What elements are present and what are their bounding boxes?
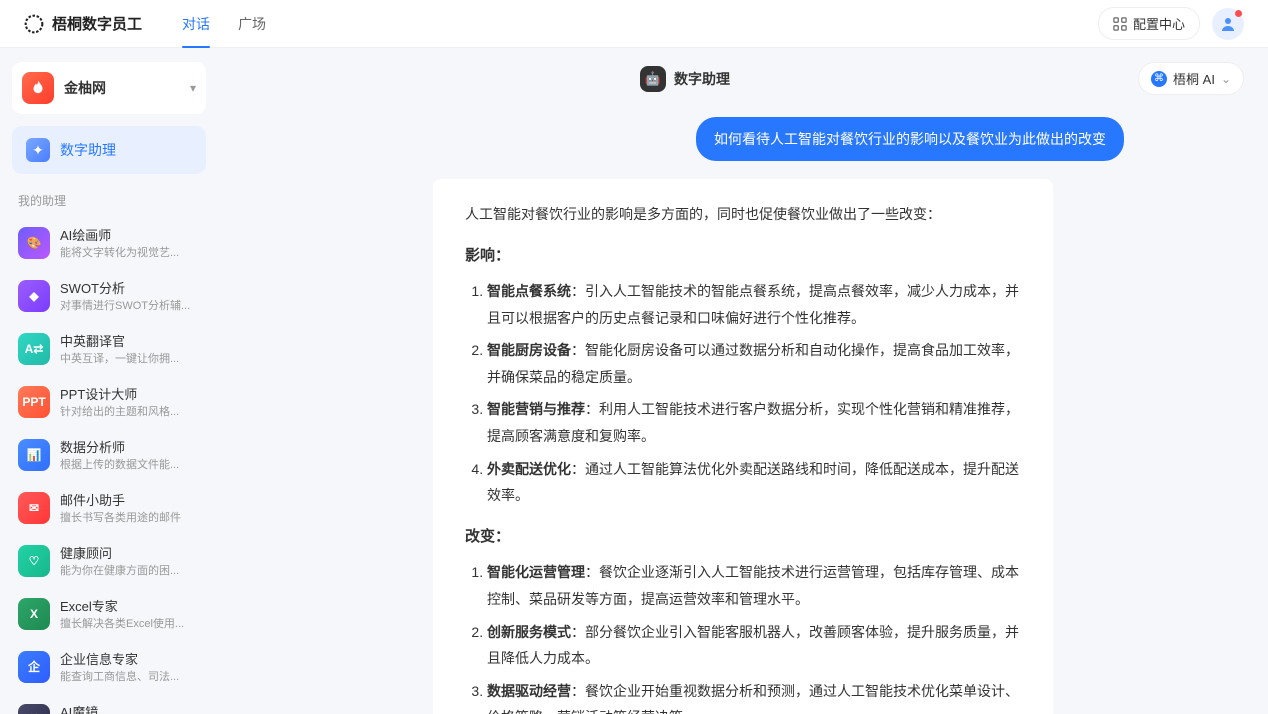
assistant-list: 🎨 AI绘画师能将文字转化为视觉艺... ◆ SWOT分析对事情进行SWOT分析… (12, 217, 206, 714)
chevron-down-icon: ⌄ (1221, 72, 1231, 86)
item-desc: 能查询工商信息、司法... (60, 668, 179, 684)
grid-icon (1113, 17, 1127, 31)
chevron-down-icon: ▾ (190, 81, 196, 95)
nav-tabs: 对话 广场 (182, 0, 266, 48)
item-desc: 对事情进行SWOT分析辅... (60, 297, 190, 313)
user-message: 如何看待人工智能对餐饮行业的影响以及餐饮业为此做出的改变 (242, 117, 1244, 161)
ai-message: 人工智能对餐饮行业的影响是多方面的，同时也促使餐饮业做出了一些改变： 影响： 智… (242, 179, 1244, 714)
brand-icon (22, 72, 54, 104)
logo: 梧桐数字员工 (24, 13, 142, 34)
ai-intro: 人工智能对餐饮行业的影响是多方面的，同时也促使餐饮业做出了一些改变： (465, 201, 1021, 228)
tab-chat[interactable]: 对话 (182, 0, 210, 48)
item-title: PPT设计大师 (60, 384, 179, 403)
chart-icon: 📊 (18, 439, 50, 471)
magic-icon: ✨ (18, 704, 50, 714)
sidebar-item-ai-painter[interactable]: 🎨 AI绘画师能将文字转化为视觉艺... (12, 217, 206, 268)
sidebar-item-ppt[interactable]: PPT PPT设计大师针对给出的主题和风格... (12, 376, 206, 427)
header-right: 配置中心 (1098, 7, 1244, 40)
sidebar-item-excel[interactable]: X Excel专家擅长解决各类Excel使用... (12, 588, 206, 639)
list-item: 智能点餐系统：引入人工智能技术的智能点餐系统，提高点餐效率，减少人力成本，并且可… (487, 278, 1021, 331)
model-selector[interactable]: ⌘ 梧桐 AI ⌄ (1138, 62, 1244, 95)
person-icon (1220, 16, 1236, 32)
bot-icon: 🤖 (640, 66, 666, 92)
item-title: 健康顾问 (60, 543, 179, 562)
logo-text: 梧桐数字员工 (52, 13, 142, 34)
mail-icon: ✉ (18, 492, 50, 524)
config-label: 配置中心 (1133, 14, 1185, 33)
item-desc: 能为你在健康方面的困... (60, 562, 179, 578)
item-desc: 能将文字转化为视觉艺... (60, 244, 179, 260)
model-dot-icon: ⌘ (1151, 71, 1167, 87)
sidebar-item-data-analyst[interactable]: 📊 数据分析师根据上传的数据文件能... (12, 429, 206, 480)
building-icon: 企 (18, 651, 50, 683)
sidebar: 金柚网 ▾ ✦ 数字助理 我的助理 🎨 AI绘画师能将文字转化为视觉艺... ◆… (0, 48, 218, 714)
diamond-icon: ◆ (18, 280, 50, 312)
chat-scroll[interactable]: 如何看待人工智能对餐饮行业的影响以及餐饮业为此做出的改变 人工智能对餐饮行业的影… (242, 109, 1244, 714)
heart-icon: ♡ (18, 545, 50, 577)
item-title: Excel专家 (60, 596, 184, 615)
list-item: 智能营销与推荐：利用人工智能技术进行客户数据分析，实现个性化营销和精准推荐，提高… (487, 396, 1021, 449)
item-desc: 擅长书写各类用途的邮件 (60, 509, 181, 525)
excel-icon: X (18, 598, 50, 630)
item-title: 数据分析师 (60, 437, 179, 456)
item-title: 企业信息专家 (60, 649, 179, 668)
tab-plaza[interactable]: 广场 (238, 0, 266, 48)
robot-icon: ✦ (26, 138, 50, 162)
item-title: AI绘画师 (60, 225, 179, 244)
item-title: AI魔镜 (60, 702, 179, 714)
sidebar-item-corp-info[interactable]: 企 企业信息专家能查询工商信息、司法... (12, 641, 206, 692)
change-heading: 改变： (465, 523, 1021, 552)
main: 金柚网 ▾ ✦ 数字助理 我的助理 🎨 AI绘画师能将文字转化为视觉艺... ◆… (0, 48, 1268, 714)
user-avatar[interactable] (1212, 8, 1244, 40)
list-item: 智能化运营管理：餐饮企业逐渐引入人工智能技术进行运营管理，包括库存管理、成本控制… (487, 559, 1021, 612)
sidebar-item-translator[interactable]: A⇄ 中英翻译官中英互译，一键让你拥... (12, 323, 206, 374)
item-desc: 中英互译，一键让你拥... (60, 350, 179, 366)
list-item: 智能厨房设备：智能化厨房设备可以通过数据分析和自动化操作，提高食品加工效率，并确… (487, 337, 1021, 390)
impact-heading: 影响： (465, 242, 1021, 271)
list-item: 外卖配送优化：通过人工智能算法优化外卖配送路线和时间，降低配送成本，提升配送效率… (487, 456, 1021, 509)
ppt-icon: PPT (18, 386, 50, 418)
item-desc: 针对给出的主题和风格... (60, 403, 179, 419)
item-title: 邮件小助手 (60, 490, 181, 509)
sidebar-item-health[interactable]: ♡ 健康顾问能为你在健康方面的困... (12, 535, 206, 586)
paint-icon: 🎨 (18, 227, 50, 259)
sidebar-item-ai-mirror[interactable]: ✨ AI魔镜换个风格，换个心情，... (12, 694, 206, 714)
flame-icon (29, 79, 47, 97)
impact-list: 智能点餐系统：引入人工智能技术的智能点餐系统，提高点餐效率，减少人力成本，并且可… (465, 278, 1021, 509)
brand-name: 金柚网 (64, 78, 180, 98)
item-title: 中英翻译官 (60, 331, 179, 350)
brand-selector[interactable]: 金柚网 ▾ (12, 62, 206, 114)
user-bubble: 如何看待人工智能对餐饮行业的影响以及餐饮业为此做出的改变 (696, 117, 1124, 161)
model-name: 梧桐 AI (1173, 69, 1215, 88)
active-assistant-name: 数字助理 (60, 140, 116, 160)
chat-header: 🤖 数字助理 ⌘ 梧桐 AI ⌄ (242, 48, 1244, 109)
config-center-button[interactable]: 配置中心 (1098, 7, 1200, 40)
translate-icon: A⇄ (18, 333, 50, 365)
chat-title-wrap: 🤖 数字助理 (242, 66, 1128, 92)
logo-icon (24, 14, 44, 34)
chat-area: 🤖 数字助理 ⌘ 梧桐 AI ⌄ 如何看待人工智能对餐饮行业的影响以及餐饮业为此… (218, 48, 1268, 714)
chat-title: 数字助理 (674, 69, 730, 89)
top-header: 梧桐数字员工 对话 广场 配置中心 (0, 0, 1268, 48)
active-assistant[interactable]: ✦ 数字助理 (12, 126, 206, 174)
sidebar-item-mail[interactable]: ✉ 邮件小助手擅长书写各类用途的邮件 (12, 482, 206, 533)
item-desc: 擅长解决各类Excel使用... (60, 615, 184, 631)
change-list: 智能化运营管理：餐饮企业逐渐引入人工智能技术进行运营管理，包括库存管理、成本控制… (465, 559, 1021, 714)
list-item: 创新服务模式：部分餐饮企业引入智能客服机器人，改善顾客体验，提升服务质量，并且降… (487, 619, 1021, 672)
ai-content: 人工智能对餐饮行业的影响是多方面的，同时也促使餐饮业做出了一些改变： 影响： 智… (433, 179, 1053, 714)
item-desc: 根据上传的数据文件能... (60, 456, 179, 472)
sidebar-item-swot[interactable]: ◆ SWOT分析对事情进行SWOT分析辅... (12, 270, 206, 321)
list-item: 数据驱动经营：餐饮企业开始重视数据分析和预测，通过人工智能技术优化菜单设计、价格… (487, 678, 1021, 714)
my-assistants-label: 我的助理 (12, 188, 206, 217)
item-title: SWOT分析 (60, 278, 190, 297)
